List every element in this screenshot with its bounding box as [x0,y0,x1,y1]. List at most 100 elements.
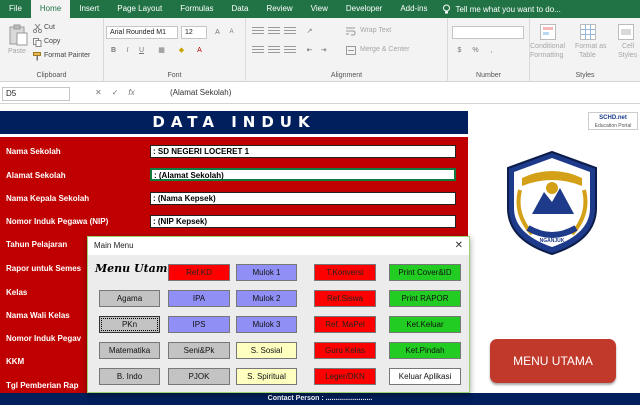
menu-utama-button[interactable]: MENU UTAMA [490,339,616,383]
btn-b-indo[interactable]: B. Indo [99,368,160,385]
tab-home[interactable]: Home [30,0,71,18]
dialog-title: Main Menu [88,237,469,255]
insert-function-icon[interactable]: fx [128,88,134,97]
label-nip-wali: Nomor Induk Pegav [6,334,82,343]
btn-s-sosial[interactable]: S. Sosial [236,342,297,359]
btn-print-rapor[interactable]: Print RAPOR [389,290,461,307]
align-right-icon[interactable] [284,46,296,56]
align-center-icon[interactable] [268,46,280,56]
name-box[interactable]: D5 [2,87,70,101]
tab-data[interactable]: Data [223,0,258,18]
tell-me-box[interactable]: Tell me what you want to do... [442,4,561,14]
menu-utama-heading: Menu Utama [95,262,175,275]
copy-button[interactable]: Copy [44,38,60,45]
font-size-select[interactable]: 12 [181,26,207,39]
btn-guru-kelas[interactable]: Guru Kelas [314,342,376,359]
tab-view[interactable]: View [302,0,337,18]
label-rapor-semester: Rapor untuk Semes [6,264,82,273]
decrease-indent-icon[interactable]: ⇤ [304,45,315,56]
clipboard-group-label: Clipboard [36,72,67,79]
label-nama-sekolah: Nama Sekolah [6,147,61,156]
tell-me-text: Tell me what you want to do... [455,4,561,14]
btn-ref-kd[interactable]: Ref.KD [168,264,230,281]
tab-developer[interactable]: Developer [337,0,391,18]
value-nip[interactable]: : (NIP Kepsek) [150,215,456,228]
tab-formulas[interactable]: Formulas [171,0,222,18]
merge-center-button[interactable]: Merge & Center [360,46,409,53]
enter-icon[interactable]: ✓ [112,88,119,97]
cut-button[interactable]: Cut [44,24,55,31]
cell-label[interactable]: Cell [622,43,634,50]
btn-print-cover[interactable]: Print Cover&ID [389,264,461,281]
btn-ipa[interactable]: IPA [168,290,230,307]
btn-mulok-2[interactable]: Mulok 2 [236,290,297,307]
conditional-label[interactable]: Conditional [530,43,565,50]
comma-icon[interactable]: , [486,45,497,56]
btn-mulok-1[interactable]: Mulok 1 [236,264,297,281]
formula-bar: D5 ✕ ✓ fx (Alamat Sekolah) [0,84,640,104]
percent-icon[interactable]: % [470,45,481,56]
btn-ref-siswa[interactable]: Ref.Siswa [314,290,376,307]
styles-label[interactable]: Styles [618,52,637,59]
btn-seni-pk[interactable]: Seni&Pk [168,342,230,359]
font-name-select[interactable]: Arial Rounded M1 [106,26,178,39]
btn-ket-pindah[interactable]: Ket.Pindah [389,342,461,359]
btn-pjok[interactable]: PJOK [168,368,230,385]
paste-icon[interactable] [8,24,28,46]
btn-ref-mapel[interactable]: Ref. MaPel [314,316,376,333]
btn-leger-dkn[interactable]: Leger/DKN [314,368,376,385]
value-alamat-sekolah[interactable]: : (Alamat Sekolah) [150,168,456,181]
lightbulb-icon [443,4,451,14]
underline-icon[interactable]: U [136,45,147,56]
table-label[interactable]: Table [579,52,596,59]
decrease-font-icon[interactable]: A [226,27,237,38]
tab-add-ins[interactable]: Add-ins [391,0,436,18]
increase-indent-icon[interactable]: ⇥ [318,45,329,56]
format-painter-button[interactable]: Format Painter [44,52,90,59]
fill-color-icon[interactable]: ◆ [176,45,187,56]
number-format-select[interactable] [452,26,524,39]
tab-file[interactable]: File [0,0,31,18]
borders-icon[interactable]: ▦ [156,45,167,56]
main-menu-dialog: Main Menu ✕ Menu Utama Agama PKn Matemat… [87,236,470,393]
label-tgl-rapor: Tgl Pemberian Rap [6,381,79,390]
paste-label[interactable]: Paste [8,48,26,55]
formula-input[interactable]: (Alamat Sekolah) [170,88,231,97]
btn-keluar-aplikasi[interactable]: Keluar Aplikasi [389,368,461,385]
btn-pkn[interactable]: PKn [99,316,160,333]
align-bottom-icon[interactable] [284,27,296,37]
font-color-icon[interactable]: A [194,45,205,56]
tab-review[interactable]: Review [257,0,301,18]
currency-icon[interactable]: $ [454,45,465,56]
btn-mulok-3[interactable]: Mulok 3 [236,316,297,333]
cell-styles-icon [618,24,634,40]
logo-text: SCHD.net [599,115,627,121]
close-icon[interactable]: ✕ [455,237,463,255]
schd-logo: SCHD.net Education Portal [588,112,638,130]
format-painter-icon [33,52,41,61]
btn-ket-keluar[interactable]: Ket.Keluar [389,316,461,333]
bold-icon[interactable]: B [108,45,119,56]
format-as-label[interactable]: Format as [575,43,607,50]
tab-insert[interactable]: Insert [70,0,108,18]
btn-matematika[interactable]: Matematika [99,342,160,359]
btn-ips[interactable]: IPS [168,316,230,333]
tab-page-layout[interactable]: Page Layout [108,0,171,18]
btn-t-konversi[interactable]: T.Konversi [314,264,376,281]
value-nama-kepsek[interactable]: : (Nama Kepsek) [150,192,456,205]
wrap-text-icon [346,27,356,36]
italic-icon[interactable]: I [122,45,133,56]
clipboard-group: Paste Cut Copy Format Painter Clipboard [0,18,104,82]
value-nama-sekolah[interactable]: : SD NEGERI LOCERET 1 [150,145,456,158]
align-top-icon[interactable] [252,27,264,37]
orientation-icon[interactable]: ↗ [304,26,315,37]
align-middle-icon[interactable] [268,27,280,37]
wrap-text-button[interactable]: Wrap Text [360,27,391,34]
cancel-icon[interactable]: ✕ [95,88,102,97]
increase-font-icon[interactable]: A [212,27,223,38]
btn-agama[interactable]: Agama [99,290,160,307]
btn-s-spiritual[interactable]: S. Spiritual [236,368,297,385]
scissors-icon [33,24,42,33]
align-left-icon[interactable] [252,46,264,56]
formatting-label[interactable]: Formatting [530,52,563,59]
